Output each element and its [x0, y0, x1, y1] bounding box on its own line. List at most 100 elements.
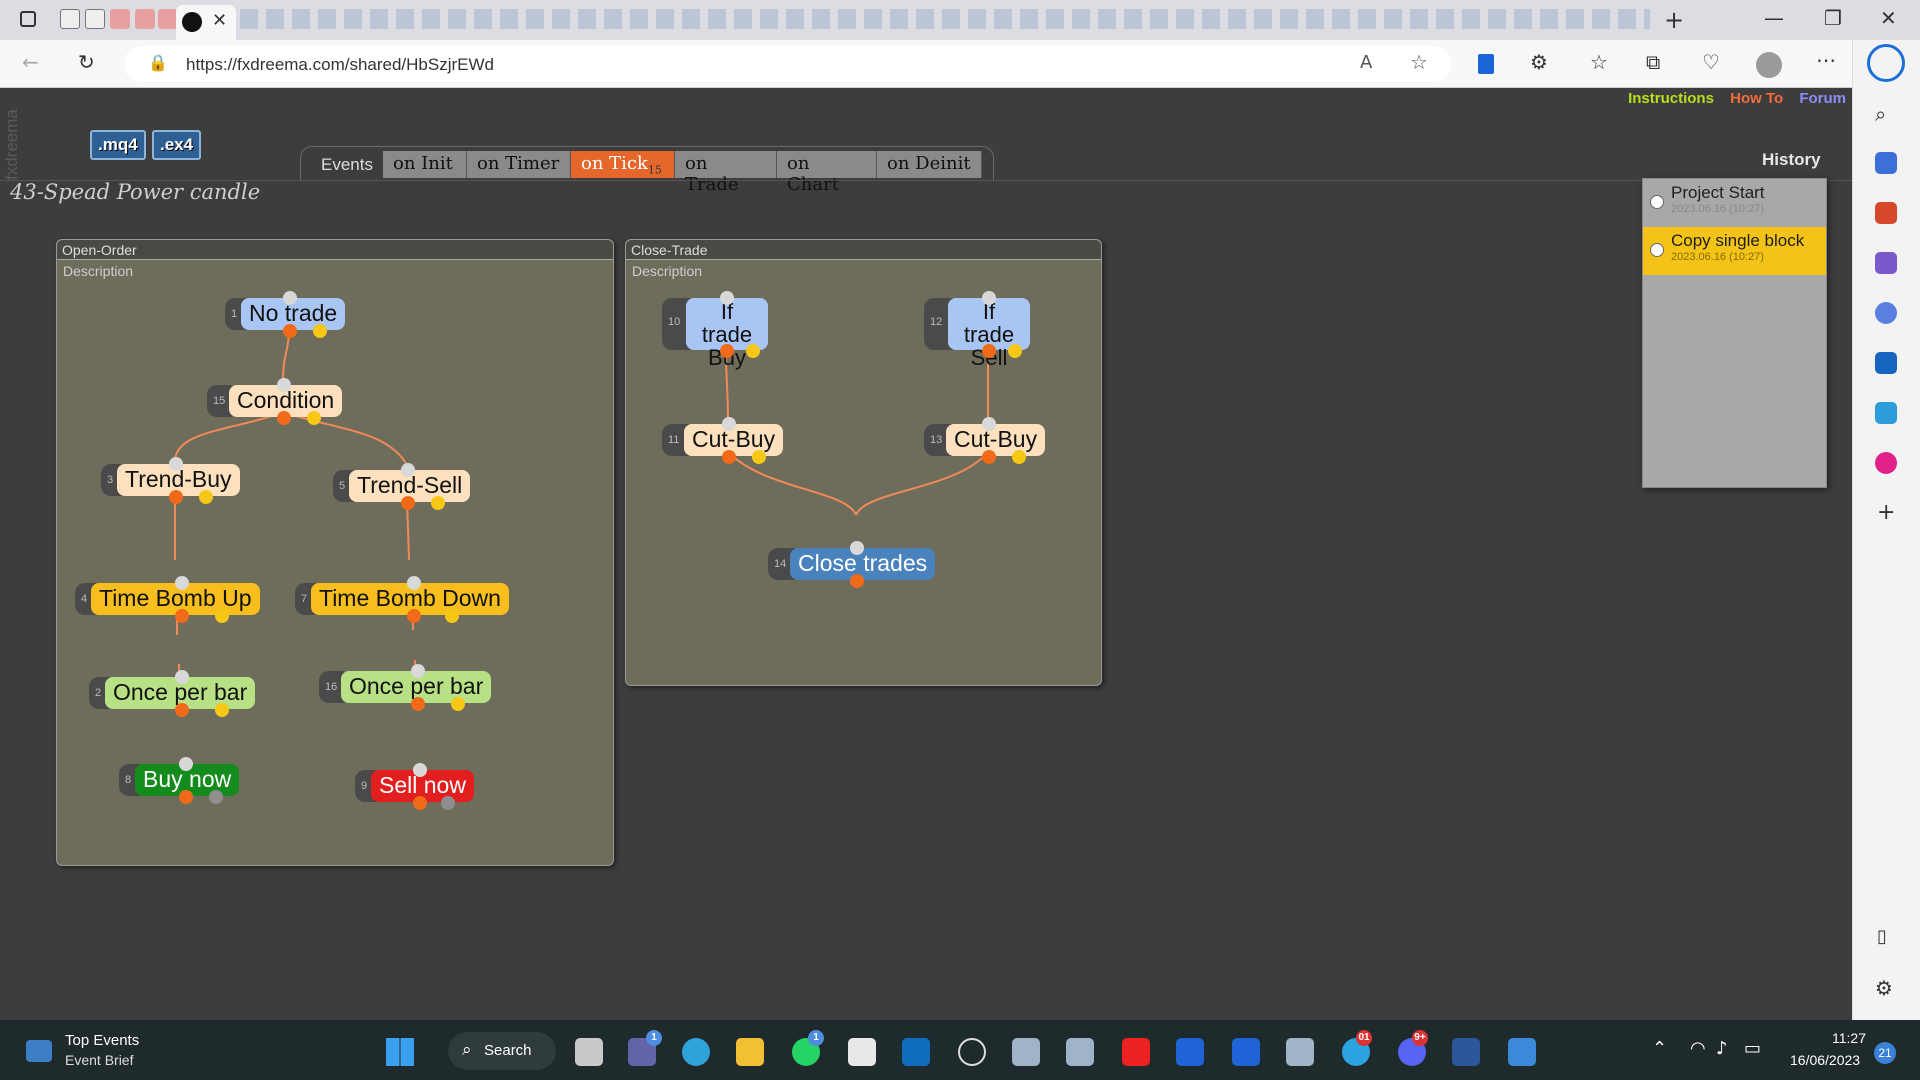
doc-icon[interactable]	[60, 9, 80, 29]
tab-on-timer[interactable]: on Timer	[467, 151, 571, 178]
task-view-icon[interactable]	[575, 1038, 603, 1066]
start-windows-icon[interactable]	[386, 1038, 414, 1066]
edge-icon[interactable]	[682, 1038, 710, 1066]
output-connector[interactable]	[722, 450, 736, 464]
input-connector[interactable]	[283, 291, 297, 305]
media-player-icon[interactable]	[958, 1038, 986, 1066]
grey-connector[interactable]	[209, 790, 223, 804]
refresh-icon[interactable]: ↻	[78, 50, 95, 74]
history-item-selected[interactable]: Copy single block 2023.06.16 (10:27)	[1643, 227, 1826, 275]
input-connector[interactable]	[401, 463, 415, 477]
taskbar-search[interactable]: ⌕ Search	[448, 1032, 556, 1070]
search-icon[interactable]: ⌕	[1875, 102, 1886, 126]
block-label[interactable]: If trade Sell	[948, 298, 1030, 369]
yes-connector[interactable]	[313, 324, 327, 338]
clock-date[interactable]: 16/06/2023	[1790, 1052, 1860, 1068]
tools-icon[interactable]	[1875, 202, 1897, 224]
battery-icon[interactable]: ▭	[1744, 1038, 1761, 1059]
widget-subtitle[interactable]: Event Brief	[65, 1052, 133, 1068]
profile-avatar[interactable]	[1756, 52, 1782, 78]
output-connector[interactable]	[982, 344, 996, 358]
block-label[interactable]: Cut-Buy	[946, 424, 1046, 456]
input-connector[interactable]	[175, 670, 189, 684]
outlook-icon[interactable]	[902, 1038, 930, 1066]
output-connector[interactable]	[401, 496, 415, 510]
add-sidebar-app-icon[interactable]: +	[1877, 500, 1895, 525]
tab-active[interactable]: ✕	[176, 5, 236, 40]
doc-icon[interactable]	[85, 9, 105, 29]
tab-on-trade[interactable]: on Trade	[675, 151, 777, 195]
read-aloud-icon[interactable]: A	[1360, 52, 1372, 73]
yes-connector[interactable]	[215, 609, 229, 623]
block-time-bomb-up[interactable]: 4 Time Bomb Up	[75, 576, 275, 623]
widgets-icon[interactable]	[26, 1040, 52, 1062]
settings-gear-icon[interactable]: ⚙	[1875, 976, 1893, 1000]
tab-on-init[interactable]: on Init	[383, 151, 467, 178]
chevron-up-icon[interactable]: ⌃	[1652, 1038, 1667, 1059]
block-buy-now[interactable]: 8 Buy now	[119, 757, 259, 804]
block-close-trades[interactable]: 14 Close trades	[768, 541, 958, 588]
widget-title[interactable]: Top Events	[65, 1032, 139, 1049]
forum-link[interactable]: Forum	[1799, 90, 1846, 107]
drop-send-icon[interactable]	[1875, 402, 1897, 424]
microsoft365-icon[interactable]	[1875, 302, 1897, 324]
block-label[interactable]: Time Bomb Up	[91, 583, 260, 615]
panel-open-order[interactable]: Open-Order Description 1 No trade 15 Con…	[56, 239, 614, 866]
ig-icon[interactable]	[1122, 1038, 1150, 1066]
history-item[interactable]: Project Start 2023.06.16 (10:27)	[1643, 179, 1826, 227]
paypal-icon[interactable]	[1232, 1038, 1260, 1066]
yes-connector[interactable]	[215, 703, 229, 717]
input-connector[interactable]	[850, 541, 864, 555]
output-connector[interactable]	[411, 697, 425, 711]
new-tab-icon[interactable]: +	[1664, 6, 1684, 34]
url-text[interactable]: https://fxdreema.com/shared/HbSzjrEWd	[186, 55, 494, 75]
yes-connector[interactable]	[445, 609, 459, 623]
yes-connector[interactable]	[746, 344, 760, 358]
block-if-trade-sell[interactable]: 12 If trade Sell	[924, 291, 1044, 369]
url-field[interactable]: 🔒 https://fxdreema.com/shared/HbSzjrEWd …	[124, 46, 1452, 82]
favorites-icon[interactable]: ☆	[1590, 50, 1608, 74]
output-connector[interactable]	[169, 490, 183, 504]
output-connector[interactable]	[277, 411, 291, 425]
ex4-download-button[interactable]: .ex4	[152, 130, 202, 160]
app-icon[interactable]	[1066, 1038, 1094, 1066]
app-icon[interactable]	[1286, 1038, 1314, 1066]
file-explorer-icon[interactable]	[736, 1038, 764, 1066]
output-connector[interactable]	[720, 344, 734, 358]
output-connector[interactable]	[850, 574, 864, 588]
output-connector[interactable]	[175, 703, 189, 717]
pencil-icon[interactable]	[135, 9, 155, 29]
grey-connector[interactable]	[441, 796, 455, 810]
block-cut-buy[interactable]: 11 Cut-Buy	[662, 417, 802, 464]
block-cut-buy[interactable]: 13 Cut-Buy	[924, 417, 1064, 464]
tab-actions-icon[interactable]	[20, 11, 36, 27]
block-no-trade[interactable]: 1 No trade	[225, 291, 355, 338]
input-connector[interactable]	[175, 576, 189, 590]
yes-connector[interactable]	[1008, 344, 1022, 358]
block-sell-now[interactable]: 9 Sell now	[355, 763, 495, 810]
favorite-star-icon[interactable]: ☆	[1410, 50, 1428, 74]
tab-favicons-row[interactable]	[240, 9, 1650, 29]
close-window-icon[interactable]: ✕	[1880, 6, 1897, 30]
input-connector[interactable]	[720, 291, 734, 305]
app-icon[interactable]	[1012, 1038, 1040, 1066]
block-once-per-bar[interactable]: 2 Once per bar	[89, 670, 289, 717]
minimize-icon[interactable]: —	[1764, 6, 1784, 30]
yes-connector[interactable]	[199, 490, 213, 504]
input-connector[interactable]	[413, 763, 427, 777]
designer-icon[interactable]	[1875, 452, 1897, 474]
output-connector[interactable]	[179, 790, 193, 804]
pencil-icon[interactable]	[110, 9, 130, 29]
browser-essentials-icon[interactable]: ♡	[1702, 50, 1720, 74]
yes-connector[interactable]	[1012, 450, 1026, 464]
mq4-download-button[interactable]: .mq4	[90, 130, 146, 160]
instructions-link[interactable]: Instructions	[1628, 90, 1714, 107]
block-label[interactable]: If trade Buy	[686, 298, 768, 369]
block-label[interactable]: Close trades	[790, 548, 936, 580]
history-radio[interactable]	[1650, 243, 1664, 257]
yes-connector[interactable]	[451, 697, 465, 711]
output-connector[interactable]	[175, 609, 189, 623]
history-radio[interactable]	[1650, 195, 1664, 209]
block-time-bomb-down[interactable]: 7 Time Bomb Down	[295, 576, 535, 623]
clock-time[interactable]: 11:27	[1832, 1030, 1866, 1046]
